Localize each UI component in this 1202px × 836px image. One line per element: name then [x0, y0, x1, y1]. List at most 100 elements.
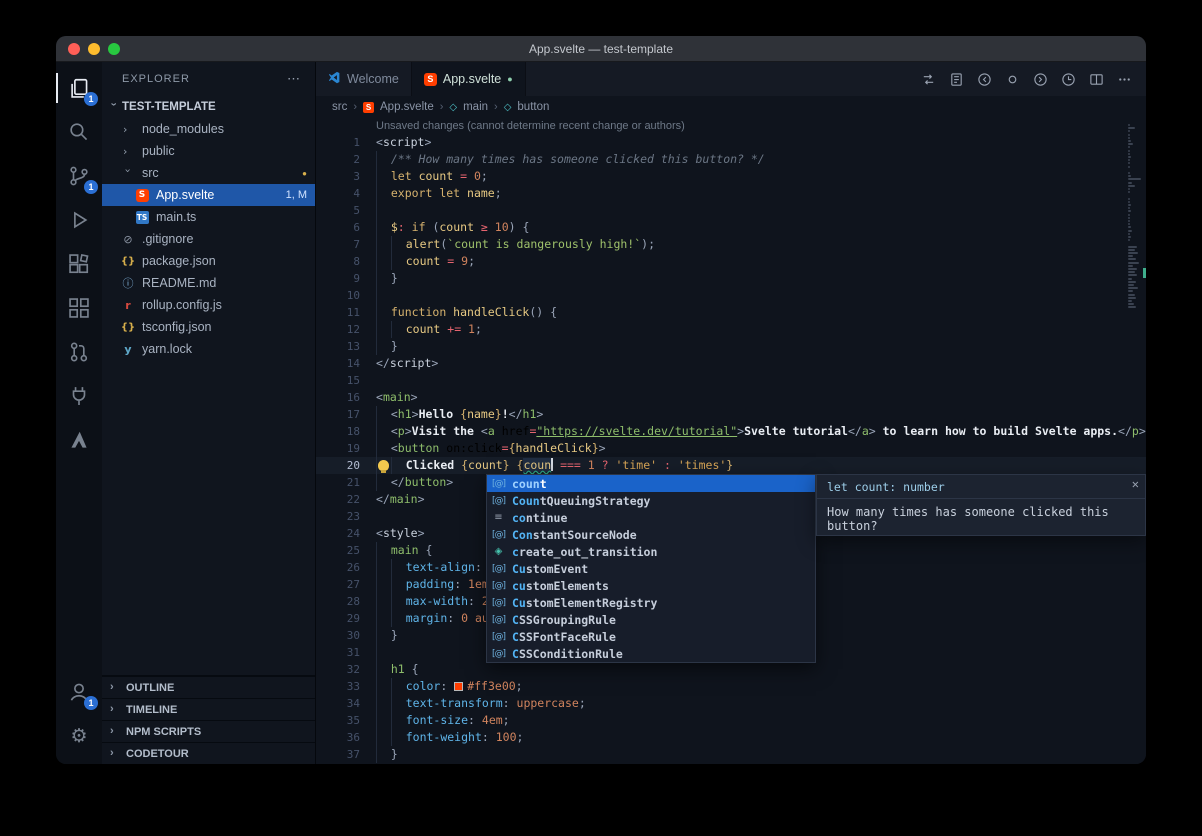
maximize-window-button[interactable] [108, 43, 120, 55]
code-token: : [657, 458, 678, 472]
test-grid-icon[interactable] [56, 286, 102, 330]
breadcrumb-item-button[interactable]: button [517, 101, 549, 113]
code-line[interactable]: 16<main> [316, 389, 1146, 406]
forward-icon[interactable] [1033, 72, 1048, 87]
line-number: 20 [316, 457, 360, 474]
section-codetour[interactable]: CODETOUR [102, 742, 315, 764]
suggest-item[interactable]: CSSConditionRule [487, 645, 815, 662]
code-line[interactable]: 37 } [316, 746, 1146, 763]
code-line[interactable]: 11 function handleClick() { [316, 304, 1146, 321]
code-text: count = 9; [376, 253, 475, 270]
code-token: > [869, 424, 876, 438]
code-line[interactable]: 8 count = 9; [316, 253, 1146, 270]
suggest-item[interactable]: customElements [487, 577, 815, 594]
code-line[interactable]: 13 } [316, 338, 1146, 355]
svelte-file-icon [134, 189, 150, 202]
tab-app-svelte[interactable]: App.svelte [412, 62, 526, 96]
code-line[interactable]: 32 h1 { [316, 661, 1146, 678]
run-icon[interactable] [1061, 72, 1076, 87]
remote-explorer-icon[interactable] [56, 374, 102, 418]
code-line[interactable]: 1<script> [316, 134, 1146, 151]
section-npm-scripts[interactable]: NPM SCRIPTS [102, 720, 315, 742]
breadcrumb-item-main[interactable]: main [463, 101, 488, 113]
back-icon[interactable] [977, 72, 992, 87]
minimize-window-button[interactable] [88, 43, 100, 55]
open-preview-icon[interactable] [949, 72, 964, 87]
suggest-item[interactable]: continue [487, 509, 815, 526]
close-window-button[interactable] [68, 43, 80, 55]
extensions-icon[interactable] [56, 242, 102, 286]
code-line[interactable]: 12 count += 1; [316, 321, 1146, 338]
section-outline[interactable]: OUTLINE [102, 676, 315, 698]
source-control-icon[interactable]: 1 [56, 154, 102, 198]
minimap-line [1128, 140, 1131, 142]
code-line[interactable]: 18 <p>Visit the <a href="https://svelte.… [316, 423, 1146, 440]
code-line[interactable]: 33 color: #ff3e00; [316, 678, 1146, 695]
breadcrumb-item-src[interactable]: src [332, 101, 347, 113]
code-token: : [398, 220, 412, 234]
accounts-icon[interactable]: 1 [56, 670, 102, 714]
tree-item[interactable]: tsconfig.json [102, 316, 315, 338]
code-line[interactable]: 2 /** How many times has someone clicked… [316, 151, 1146, 168]
match-text: Cu [512, 562, 526, 576]
suggest-item[interactable]: CustomEvent [487, 560, 815, 577]
tree-item[interactable]: README.md [102, 272, 315, 294]
azure-icon[interactable] [56, 418, 102, 462]
suggest-item[interactable]: CSSFontFaceRule [487, 628, 815, 645]
match-text: Cu [512, 596, 526, 610]
tree-item[interactable]: src [102, 162, 315, 184]
tree-item[interactable]: node_modules [102, 118, 315, 140]
minimap[interactable] [1127, 118, 1143, 764]
settings-gear-icon[interactable]: ⚙ [56, 714, 102, 758]
suggest-item[interactable]: ConstantSourceNode [487, 526, 815, 543]
breadcrumb-item-file[interactable]: App.svelte [380, 101, 434, 113]
suggest-item[interactable]: count [487, 475, 815, 492]
tree-item[interactable]: .gitignore [102, 228, 315, 250]
code-line[interactable]: 5 [316, 202, 1146, 219]
tree-item[interactable]: main.ts [102, 206, 315, 228]
code-line[interactable]: 34 text-transform: uppercase; [316, 695, 1146, 712]
tree-item[interactable]: yarn.lock [102, 338, 315, 360]
code-line[interactable]: 15 [316, 372, 1146, 389]
split-editor-icon[interactable] [1089, 72, 1104, 87]
code-line[interactable]: 20 Clicked {count} {coun === 1 ? 'time' … [316, 457, 1146, 474]
github-pull-requests-icon[interactable] [56, 330, 102, 374]
suggest-item[interactable]: create_out_transition [487, 543, 815, 560]
more-actions-icon[interactable] [1117, 72, 1132, 87]
tree-item[interactable]: rollup.config.js [102, 294, 315, 316]
code-line[interactable]: 6 $: if (count ≥ 10) { [316, 219, 1146, 236]
tree-item[interactable]: App.svelte1, M [102, 184, 315, 206]
code-line[interactable]: 4 export let name; [316, 185, 1146, 202]
yarn-icon [124, 343, 131, 356]
code-line[interactable]: 19 <button on:click={handleClick}> [316, 440, 1146, 457]
project-root-item[interactable]: TEST-TEMPLATE [102, 96, 315, 118]
code-line[interactable]: 36 font-weight: 100; [316, 729, 1146, 746]
code-editor[interactable]: Unsaved changes (cannot determine recent… [316, 118, 1146, 764]
explorer-icon[interactable]: 1 [56, 66, 102, 110]
tab-welcome[interactable]: Welcome [316, 62, 412, 96]
code-line[interactable]: 3 let count = 0; [316, 168, 1146, 185]
search-icon[interactable] [56, 110, 102, 154]
suggest-item[interactable]: CustomElementRegistry [487, 594, 815, 611]
run-debug-icon[interactable] [56, 198, 102, 242]
code-line[interactable]: 10 [316, 287, 1146, 304]
code-line[interactable]: 17 <h1>Hello {name}!</h1> [316, 406, 1146, 423]
close-icon[interactable]: ✕ [1132, 477, 1139, 491]
code-line[interactable]: 7 alert(`count is dangerously high!`); [316, 236, 1146, 253]
toggle-changes-icon[interactable] [921, 72, 936, 87]
suggest-doc-signature: let count: number [817, 475, 1145, 498]
codelens-annotation[interactable]: Unsaved changes (cannot determine recent… [376, 118, 1146, 134]
section-timeline[interactable]: TIMELINE [102, 698, 315, 720]
minimap-line [1128, 175, 1131, 177]
tree-item[interactable]: public [102, 140, 315, 162]
code-line[interactable]: 9 } [316, 270, 1146, 287]
code-line[interactable]: 14</script> [316, 355, 1146, 372]
tree-item[interactable]: package.json [102, 250, 315, 272]
lightbulb-icon[interactable] [378, 460, 389, 471]
code-line[interactable]: 35 font-size: 4em; [316, 712, 1146, 729]
more-actions-icon[interactable]: ⋯ [287, 71, 301, 87]
suggest-item[interactable]: CountQueuingStrategy [487, 492, 815, 509]
code-token: 'time' [616, 458, 658, 472]
suggest-item[interactable]: CSSGroupingRule [487, 611, 815, 628]
breakpoint-icon[interactable] [1005, 72, 1020, 87]
